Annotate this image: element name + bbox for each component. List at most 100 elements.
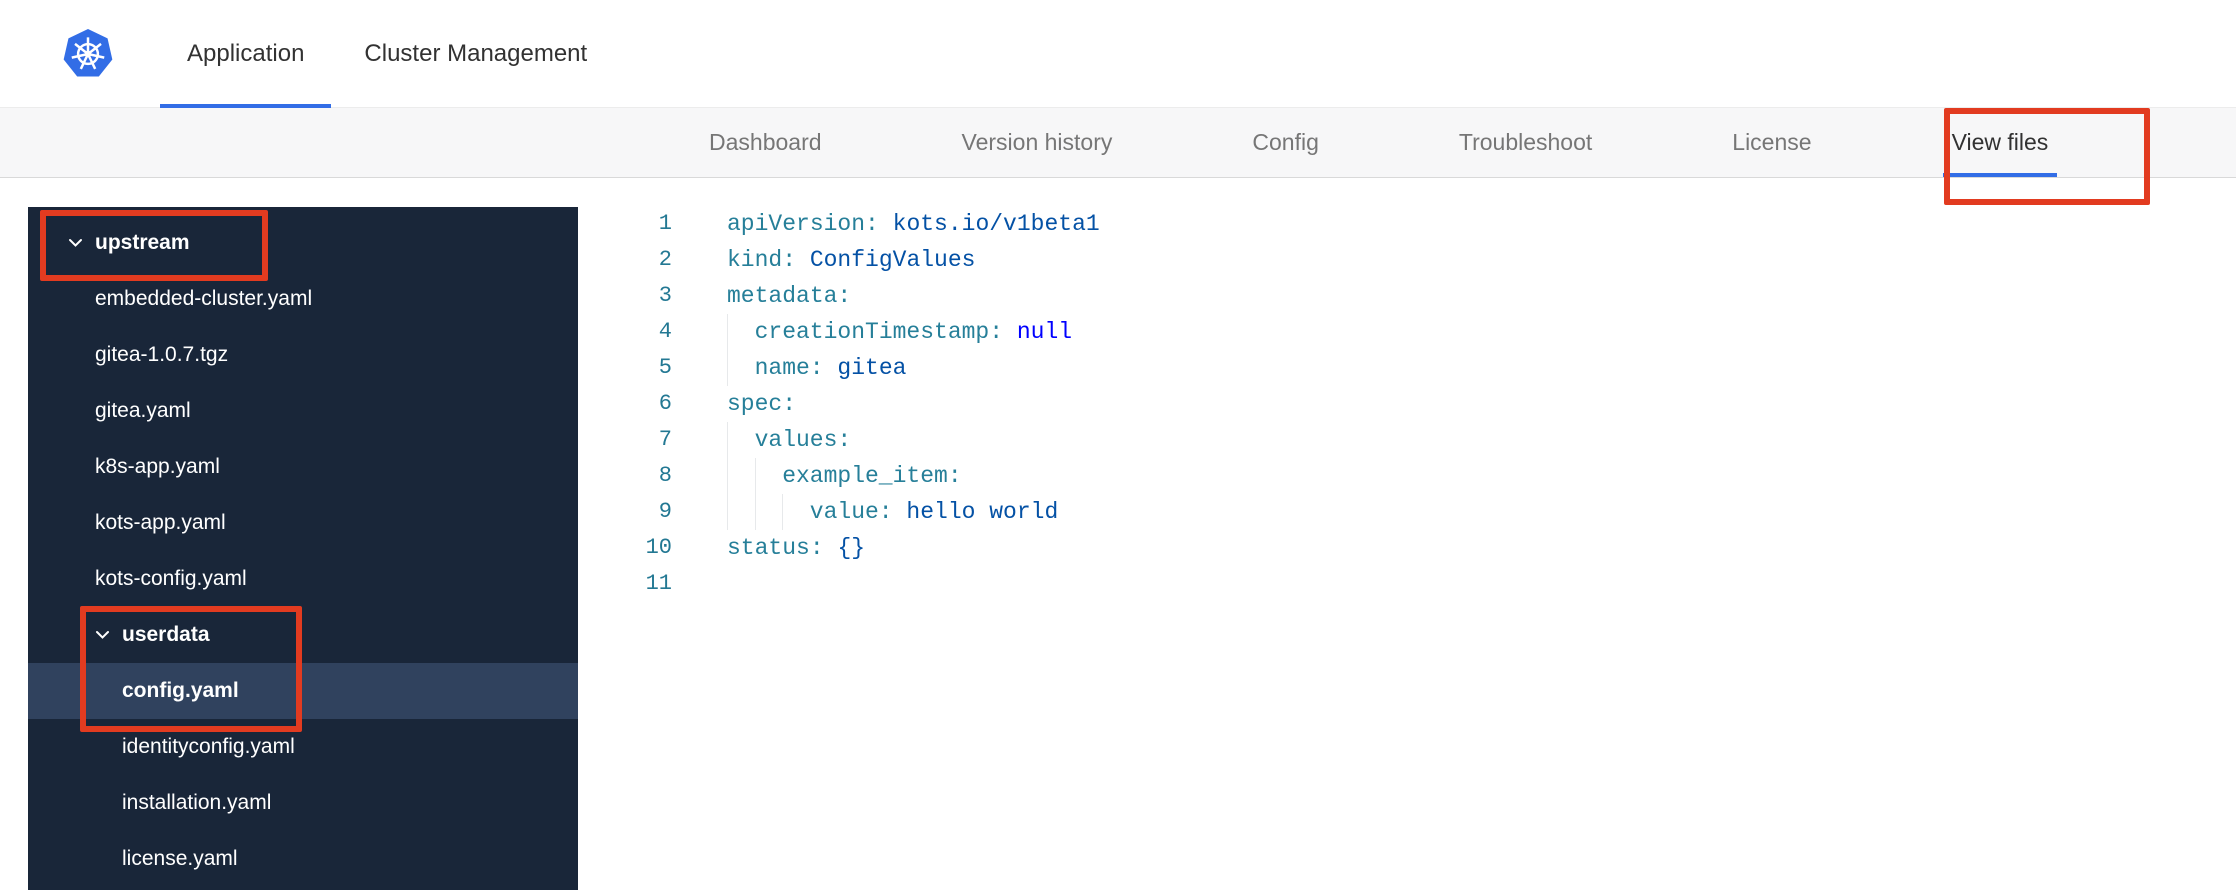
line-number: 9 xyxy=(658,499,672,524)
tree-item-label: license.yaml xyxy=(122,847,238,870)
code-line[interactable]: 5 name: gitea xyxy=(578,350,2236,386)
line-content: creationTimestamp: null xyxy=(727,314,1072,350)
line-number: 7 xyxy=(658,427,672,452)
indent-guide xyxy=(727,422,755,458)
indent-guide xyxy=(754,494,783,530)
tab-dashboard-label: Dashboard xyxy=(709,129,822,155)
line-number: 1 xyxy=(658,211,672,236)
line-content: example_item: xyxy=(727,458,962,494)
code-token-value: hello world xyxy=(906,499,1059,525)
code-editor[interactable]: 1 apiVersion: kots.io/v1beta1 2 kind: Confi… xyxy=(578,179,2236,890)
chevron-down-icon[interactable] xyxy=(95,630,115,640)
code-token-value: {} xyxy=(837,535,866,561)
line-content: status: {} xyxy=(727,530,865,566)
tree-item-label: embedded-cluster.yaml xyxy=(95,287,313,310)
tree-folder-userdata[interactable]: userdata xyxy=(28,607,578,663)
code-token-value: ConfigValues xyxy=(809,247,976,273)
tree-item-label: k8s-app.yaml xyxy=(95,455,220,478)
tree-file-gitea-1-0-7-tgz[interactable]: gitea-1.0.7.tgz xyxy=(28,327,578,383)
tab-version-history-label: Version history xyxy=(961,129,1113,155)
tree-item-label: installation.yaml xyxy=(122,791,272,814)
line-number: 3 xyxy=(658,283,672,308)
line-content: name: gitea xyxy=(727,350,906,386)
code-line[interactable]: 3 metadata: xyxy=(578,278,2236,314)
indent-guide xyxy=(727,350,755,386)
tree-file-license-yaml[interactable]: license.yaml xyxy=(28,831,578,887)
tab-cluster-management[interactable]: Cluster Management xyxy=(337,0,614,108)
tree-item-label: config.yaml xyxy=(122,679,239,702)
line-content: metadata: xyxy=(727,278,851,314)
code-line[interactable]: 6 spec: xyxy=(578,386,2236,422)
code-token-key: kind: xyxy=(727,247,797,273)
tree-file-kots-app-yaml[interactable]: kots-app.yaml xyxy=(28,495,578,551)
tree-file-kots-config-yaml[interactable]: kots-config.yaml xyxy=(28,551,578,607)
line-content: apiVersion: kots.io/v1beta1 xyxy=(727,206,1100,242)
tree-file-config-yaml[interactable]: config.yaml xyxy=(28,663,578,719)
code-token-key: example_item: xyxy=(782,463,962,489)
chevron-down-icon[interactable] xyxy=(68,238,88,248)
file-tree-sidebar: upstream embedded-cluster.yaml gitea-1.0.7… xyxy=(28,207,578,890)
tab-version-history[interactable]: Version history xyxy=(953,108,1122,177)
tree-item-label: gitea-1.0.7.tgz xyxy=(95,343,229,366)
tree-item-label: upstream xyxy=(95,231,190,254)
code-token-key: creationTimestamp: xyxy=(754,319,1004,345)
line-number: 4 xyxy=(658,319,672,344)
code-line[interactable]: 9 value: hello world xyxy=(578,494,2236,530)
tree-item-label: gitea.yaml xyxy=(95,399,191,422)
tab-license-label: License xyxy=(1732,129,1812,155)
line-number: 2 xyxy=(658,247,672,272)
top-header: Application Cluster Management xyxy=(0,0,2236,108)
tab-dashboard[interactable]: Dashboard xyxy=(700,108,831,177)
chevron-down-icon xyxy=(96,631,109,639)
tree-file-installation-yaml[interactable]: installation.yaml xyxy=(28,775,578,831)
indent-guide xyxy=(782,494,810,530)
chevron-down-icon xyxy=(69,239,82,247)
code-line[interactable]: 4 creationTimestamp: null xyxy=(578,314,2236,350)
tree-item-label: userdata xyxy=(122,623,210,646)
indent-guide xyxy=(727,494,755,530)
code-token-key: status: xyxy=(727,535,824,561)
tree-file-embedded-cluster-yaml[interactable]: embedded-cluster.yaml xyxy=(28,271,578,327)
code-line[interactable]: 2 kind: ConfigValues xyxy=(578,242,2236,278)
tree-file-k8s-app-yaml[interactable]: k8s-app.yaml xyxy=(28,439,578,495)
tree-item-label: kots-app.yaml xyxy=(95,511,226,534)
line-content: spec: xyxy=(727,386,796,422)
code-line[interactable]: 1 apiVersion: kots.io/v1beta1 xyxy=(578,206,2236,242)
tab-troubleshoot[interactable]: Troubleshoot xyxy=(1450,108,1601,177)
code-line[interactable]: 10 status: {} xyxy=(578,530,2236,566)
tab-view-files[interactable]: View files xyxy=(1942,108,2058,177)
app-subnav: Dashboard Version history Config Trouble… xyxy=(0,108,2236,178)
code-token-key: spec: xyxy=(727,391,797,417)
line-number: 8 xyxy=(658,463,672,488)
kubernetes-logo-svg xyxy=(63,29,113,77)
tab-application[interactable]: Application xyxy=(160,0,332,108)
line-number: 6 xyxy=(658,391,672,416)
tab-cluster-management-label: Cluster Management xyxy=(364,40,588,67)
tree-folder-upstream[interactable]: upstream xyxy=(28,215,578,271)
tab-config[interactable]: Config xyxy=(1243,108,1327,177)
code-line[interactable]: 8 example_item: xyxy=(578,458,2236,494)
tree-file-gitea-yaml[interactable]: gitea.yaml xyxy=(28,383,578,439)
tab-license[interactable]: License xyxy=(1723,108,1820,177)
line-number: 5 xyxy=(658,355,672,380)
code-line[interactable]: 11 xyxy=(578,566,2236,602)
code-token-keyword: null xyxy=(1016,319,1073,345)
line-content: value: hello world xyxy=(727,494,1058,530)
tree-file-identityconfig-yaml[interactable]: identityconfig.yaml xyxy=(28,719,578,775)
tab-config-label: Config xyxy=(1252,129,1319,155)
kubernetes-logo-icon[interactable] xyxy=(60,26,116,82)
indent-guide xyxy=(727,314,755,350)
line-number: 10 xyxy=(645,535,672,560)
tree-item-label: identityconfig.yaml xyxy=(122,735,295,758)
code-token-key: values: xyxy=(754,427,852,453)
indent-guide xyxy=(754,458,783,494)
code-line[interactable]: 7 values: xyxy=(578,422,2236,458)
tab-troubleshoot-label: Troubleshoot xyxy=(1458,129,1593,155)
tab-view-files-label: View files xyxy=(1951,129,2049,155)
